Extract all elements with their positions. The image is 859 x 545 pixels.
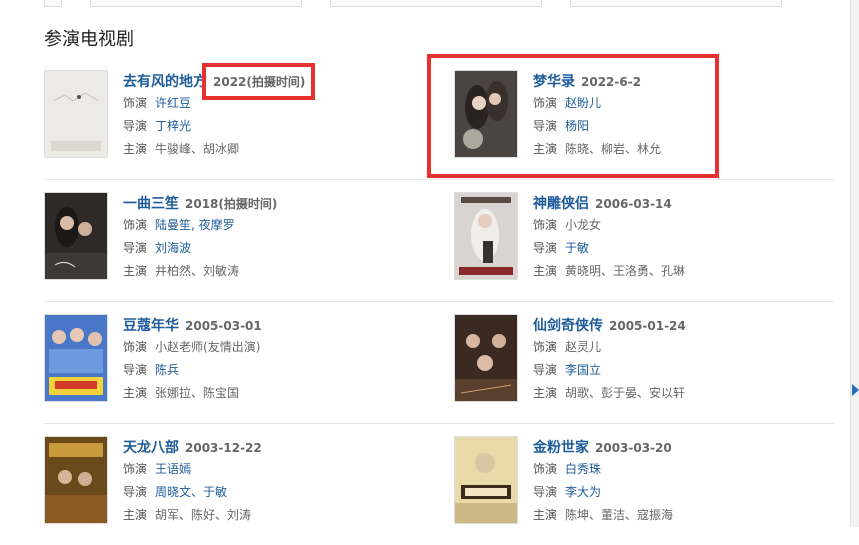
director-value[interactable]: 丁梓光 [155, 119, 191, 133]
drama-row: 一曲三笙 2018(拍摄时间) 饰演 陆曼笙, 夜摩罗 导演 刘海波 主演 井柏然、刘敏… [44, 180, 834, 302]
role-value: 小龙女 [565, 218, 602, 232]
role-value[interactable]: 许红豆 [155, 96, 191, 110]
drama-poster[interactable] [44, 314, 108, 402]
top-tab[interactable] [90, 0, 302, 7]
drama-date: 2005-03-01 [185, 319, 262, 333]
director-value[interactable]: 李大为 [565, 485, 601, 499]
poster-image-icon [45, 193, 107, 279]
cast-label: 主演 [533, 264, 558, 278]
scroll-right-arrow-icon[interactable] [852, 384, 859, 396]
drama-title[interactable]: 金粉世家 [533, 440, 589, 456]
director-label: 导演 [123, 363, 148, 377]
role-label: 饰演 [123, 218, 148, 232]
cast-value: 井柏然、刘敏涛 [155, 264, 240, 278]
cast-value: 胡军、陈好、刘涛 [155, 508, 252, 522]
cast-label: 主演 [533, 508, 558, 522]
drama-title[interactable]: 天龙八部 [123, 440, 179, 456]
drama-poster[interactable] [454, 192, 518, 280]
director-value[interactable]: 周晓文、于敏 [155, 485, 227, 499]
drama-poster[interactable] [44, 192, 108, 280]
drama-poster[interactable] [454, 436, 518, 524]
drama-date: 2003-03-20 [595, 441, 672, 455]
drama-item: 神雕侠侣 2006-03-14 饰演 小龙女 导演 于敏 主演 黄晓明、王洛勇、孔琳 [454, 192, 834, 292]
cast-label: 主演 [123, 508, 148, 522]
role-label: 饰演 [533, 462, 558, 476]
top-strip [0, 0, 859, 8]
top-tab[interactable] [330, 0, 542, 7]
highlight-box-drama [427, 54, 719, 178]
drama-poster[interactable] [44, 70, 108, 158]
section-title: 参演电视剧 [44, 29, 134, 50]
cast-value: 牛骏峰、胡冰卿 [155, 142, 240, 156]
highlight-box-date [202, 63, 315, 100]
role-value[interactable]: 陆曼笙, 夜摩罗 [155, 218, 235, 232]
director-value[interactable]: 刘海波 [155, 241, 191, 255]
cast-value: 陈坤、董洁、寇振海 [565, 508, 674, 522]
top-tab[interactable] [44, 0, 62, 7]
drama-date: 2006-03-14 [595, 197, 672, 211]
drama-item: 仙剑奇侠传 2005-01-24 饰演 赵灵儿 导演 李国立 主演 胡歌、彭于晏、安以轩 [454, 314, 834, 414]
drama-title[interactable]: 豆蔻年华 [123, 318, 179, 334]
cast-label: 主演 [533, 386, 558, 400]
director-label: 导演 [123, 241, 148, 255]
director-label: 导演 [123, 485, 148, 499]
poster-image-icon [455, 193, 517, 279]
drama-item: 金粉世家 2003-03-20 饰演 白秀珠 导演 李大为 主演 陈坤、董洁、寇振海 [454, 436, 834, 536]
role-label: 饰演 [533, 218, 558, 232]
drama-date: 2018(拍摄时间) [185, 197, 278, 211]
role-label: 饰演 [123, 96, 148, 110]
poster-image-icon [455, 315, 517, 401]
role-value: 赵灵儿 [565, 340, 602, 354]
drama-title[interactable]: 仙剑奇侠传 [533, 318, 603, 334]
cast-label: 主演 [123, 142, 148, 156]
drama-item: 天龙八部 2003-12-22 饰演 王语嫣 导演 周晓文、于敏 主演 胡军、陈好、刘涛 [44, 436, 424, 536]
drama-title[interactable]: 一曲三笙 [123, 196, 179, 212]
drama-item: 豆蔻年华 2005-03-01 饰演 小赵老师(友情出演) 导演 陈兵 主演 张娜拉、陈… [44, 314, 424, 414]
role-label: 饰演 [123, 462, 148, 476]
poster-image-icon [45, 437, 107, 523]
director-label: 导演 [533, 241, 558, 255]
role-value: 小赵老师(友情出演) [155, 340, 261, 354]
role-value[interactable]: 王语嫣 [155, 462, 191, 476]
drama-row: 豆蔻年华 2005-03-01 饰演 小赵老师(友情出演) 导演 陈兵 主演 张娜拉、陈… [44, 302, 834, 424]
drama-title[interactable]: 去有风的地方 [123, 74, 207, 90]
drama-date: 2003-12-22 [185, 441, 262, 455]
drama-title[interactable]: 神雕侠侣 [533, 196, 589, 212]
director-label: 导演 [533, 363, 558, 377]
role-label: 饰演 [533, 340, 558, 354]
cast-value: 胡歌、彭于晏、安以轩 [565, 386, 686, 400]
drama-date: 2005-01-24 [609, 319, 686, 333]
poster-image-icon [455, 437, 517, 523]
cast-label: 主演 [123, 264, 148, 278]
cast-value: 黄晓明、王洛勇、孔琳 [565, 264, 686, 278]
cast-value: 张娜拉、陈宝国 [155, 386, 240, 400]
director-label: 导演 [123, 119, 148, 133]
drama-poster[interactable] [44, 436, 108, 524]
role-label: 饰演 [123, 340, 148, 354]
scrollbar[interactable] [850, 0, 859, 527]
poster-image-icon [45, 71, 107, 157]
director-label: 导演 [533, 485, 558, 499]
drama-item: 一曲三笙 2018(拍摄时间) 饰演 陆曼笙, 夜摩罗 导演 刘海波 主演 井柏然、刘敏… [44, 192, 424, 292]
director-value[interactable]: 李国立 [565, 363, 601, 377]
director-value[interactable]: 陈兵 [155, 363, 179, 377]
top-tab[interactable] [570, 0, 782, 7]
drama-poster[interactable] [454, 314, 518, 402]
director-value[interactable]: 于敏 [565, 241, 589, 255]
poster-image-icon [45, 315, 107, 401]
cast-label: 主演 [123, 386, 148, 400]
role-value[interactable]: 白秀珠 [565, 462, 601, 476]
